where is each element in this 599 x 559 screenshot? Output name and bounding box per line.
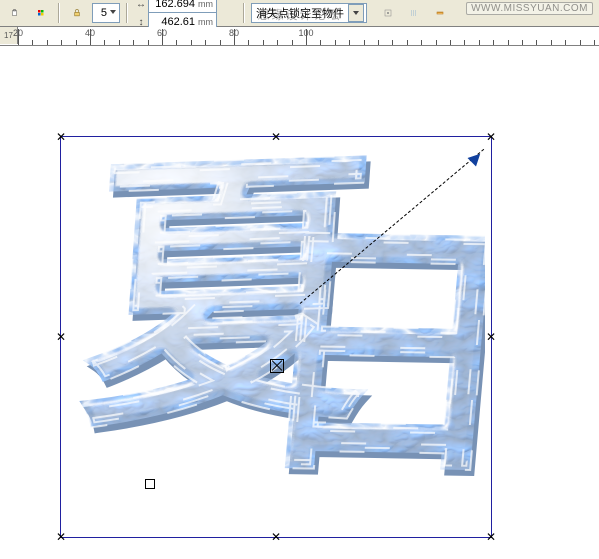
selection-handle-br[interactable]: ✕ (486, 532, 496, 542)
horizontal-size-icon: ↔ (136, 0, 146, 10)
divider (243, 3, 245, 23)
ruler-label: 20 (13, 28, 23, 38)
lock-icon[interactable] (66, 2, 88, 24)
horizontal-ruler[interactable]: 17 20406080100 (0, 27, 599, 46)
vanishing-point-label: 消失点锁定至物件 (254, 5, 346, 21)
swatches-icon[interactable] (30, 2, 52, 24)
clipboard-icon[interactable] (4, 2, 26, 24)
selection-handle-ml[interactable]: ✕ (56, 332, 66, 342)
selection-handle-mr[interactable]: ✕ (486, 332, 496, 342)
selection-handle-tm[interactable]: ✕ (271, 132, 281, 142)
ruler-label: 80 (229, 28, 239, 38)
rulers-icon[interactable] (429, 2, 451, 24)
selection-handle-tr[interactable]: ✕ (486, 132, 496, 142)
canvas[interactable]: 夏 日 夏 日 夏 日 ✕ ✕ ✕ ✕ ✕ ✕ ✕ ✕ (0, 46, 599, 559)
ruler-label: 60 (157, 28, 167, 38)
center-node-marker[interactable] (270, 359, 284, 373)
chevron-down-icon[interactable] (109, 7, 117, 19)
selection-handle-bl[interactable]: ✕ (56, 532, 66, 542)
unit-label: mm (197, 17, 214, 27)
ruler-label: 40 (85, 28, 95, 38)
divider (126, 3, 128, 23)
spinner-1[interactable] (92, 3, 120, 23)
node-marker[interactable] (145, 479, 155, 489)
ruler-label: 100 (298, 28, 313, 38)
grid-origin-icon[interactable] (377, 2, 399, 24)
toolbar: ↔ mm ↕ mm 消失点锁定至物件 (0, 0, 599, 27)
unit-label: mm (197, 0, 214, 9)
aspect-lock-icon[interactable] (223, 2, 237, 24)
selection-handle-bm[interactable]: ✕ (271, 532, 281, 542)
guides-icon[interactable] (403, 2, 425, 24)
width-input[interactable] (151, 0, 197, 10)
selection-handle-tl[interactable]: ✕ (56, 132, 66, 142)
chevron-down-icon[interactable] (348, 4, 364, 22)
spinner-1-input[interactable] (95, 7, 109, 19)
vertical-size-icon: ↕ (136, 17, 146, 28)
vanishing-point-combo[interactable]: 消失点锁定至物件 (251, 3, 367, 23)
divider (58, 3, 60, 23)
